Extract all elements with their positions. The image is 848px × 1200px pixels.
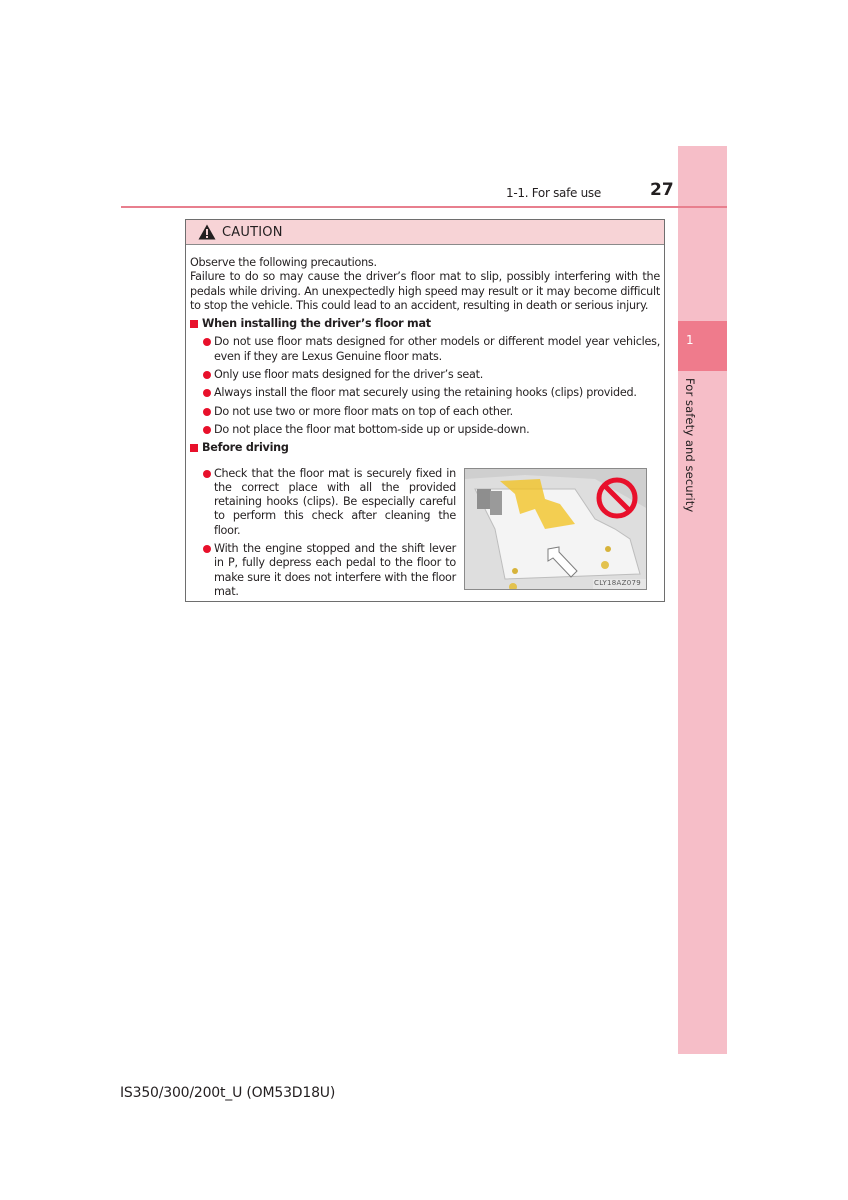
floor-mat-drawing xyxy=(465,469,646,589)
bullet-dot-icon xyxy=(203,338,211,347)
floor-mat-illustration: CLY18AZ079 xyxy=(464,468,647,590)
list-item: Check that the floor mat is securely fix… xyxy=(190,467,456,538)
chapter-title: For safety and security xyxy=(683,378,697,513)
bullet-dot-icon xyxy=(203,545,211,554)
list-item: Only use floor mats designed for the dri… xyxy=(190,368,660,382)
section-heading: When installing the driver’s floor mat xyxy=(190,317,660,331)
square-bullet-icon xyxy=(190,444,198,453)
caution-title: CAUTION xyxy=(222,224,283,240)
bullet-dot-icon xyxy=(203,389,211,398)
model-code: IS350/300/200t_U (OM53D18U) xyxy=(120,1085,336,1101)
bullet-dot-icon xyxy=(203,407,211,416)
chapter-side-tab xyxy=(678,146,727,1054)
page-number: 27 xyxy=(650,180,674,200)
chapter-number: 1 xyxy=(686,333,694,347)
header-rule xyxy=(121,206,727,208)
list-item: Do not use two or more floor mats on top… xyxy=(190,405,660,419)
section-heading: Before driving xyxy=(190,441,660,455)
intro-line: Observe the following precautions. xyxy=(190,256,377,269)
list-item: Always install the floor mat securely us… xyxy=(190,386,660,400)
bullet-dot-icon xyxy=(203,425,211,434)
warning-triangle-icon xyxy=(198,224,216,240)
chapter-number-tab[interactable]: 1 xyxy=(678,321,727,371)
caution-box: CAUTION Observe the following precaution… xyxy=(185,219,665,602)
list-item: Do not use floor mats designed for other… xyxy=(190,335,660,364)
list-item: Do not place the floor mat bottom-side u… xyxy=(190,423,660,437)
list-item: With the engine stopped and the shift le… xyxy=(190,542,456,599)
square-bullet-icon xyxy=(190,320,198,329)
section-title: 1-1. For safe use xyxy=(506,186,601,200)
bullet-dot-icon xyxy=(203,371,211,380)
intro-paragraph: Failure to do so may cause the driver’s … xyxy=(190,270,660,312)
bullet-dot-icon xyxy=(203,469,211,478)
caution-header: CAUTION xyxy=(186,220,664,245)
figure-code: CLY18AZ079 xyxy=(594,579,641,587)
